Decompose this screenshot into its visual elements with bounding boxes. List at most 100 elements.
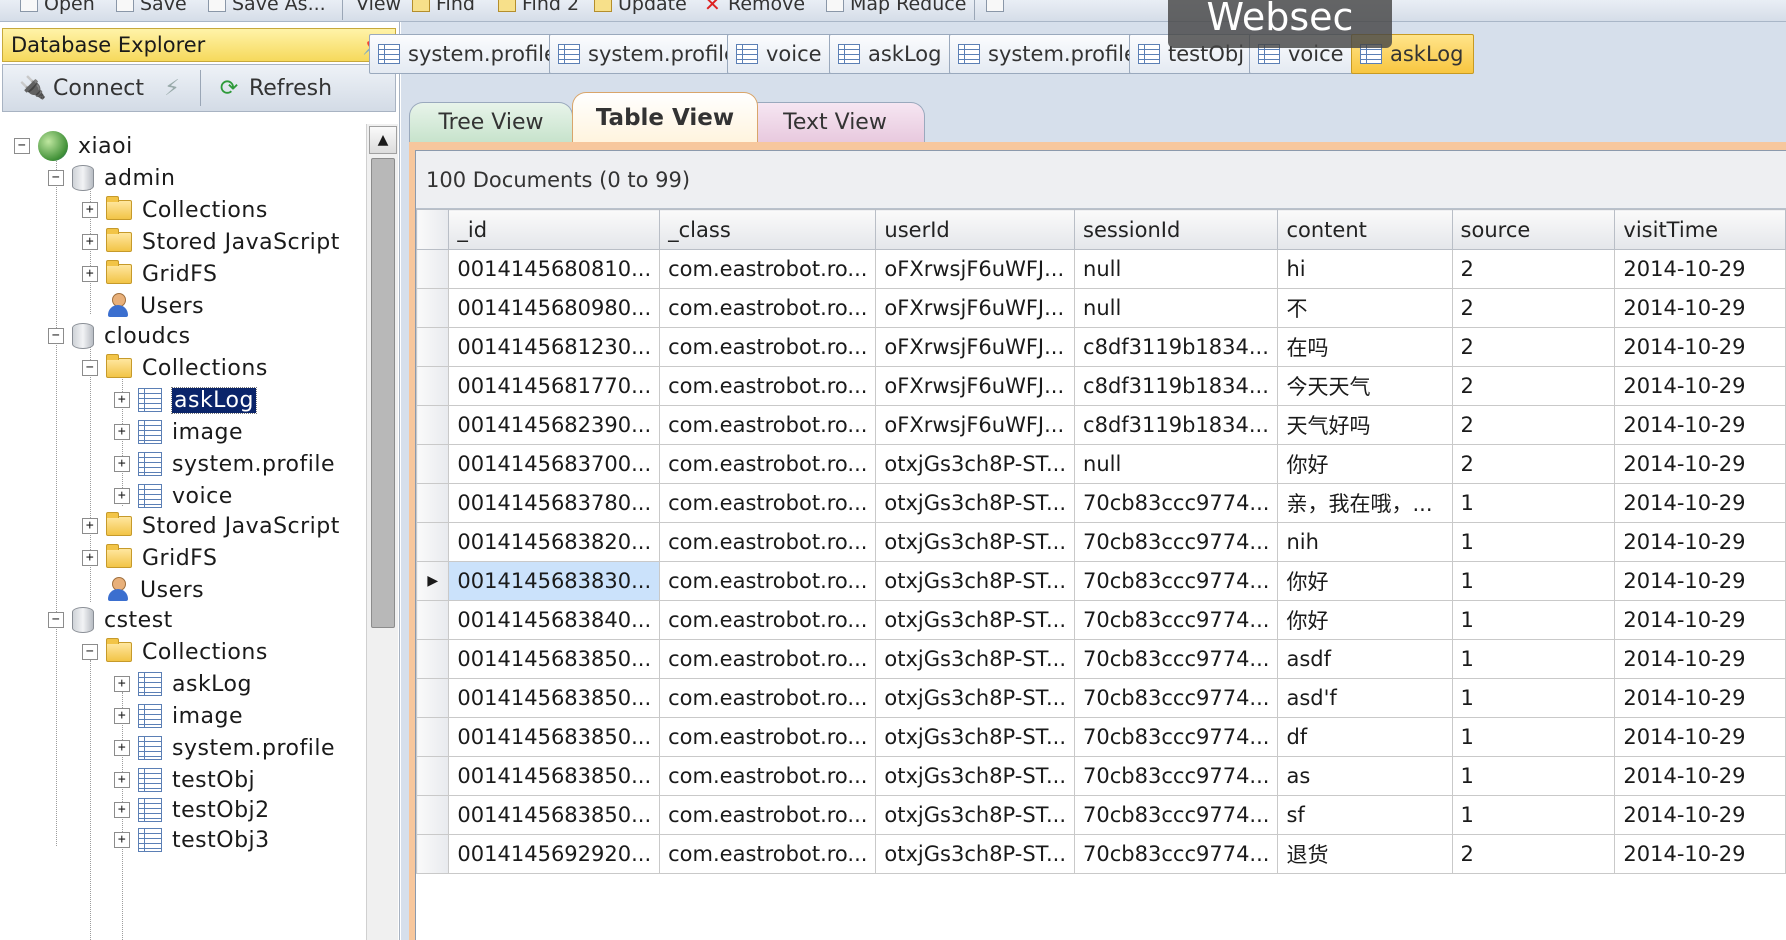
expand-icon[interactable]: +	[114, 424, 130, 440]
table-cell-source[interactable]: 2	[1451, 288, 1616, 328]
expand-icon[interactable]: +	[82, 550, 98, 566]
row-header[interactable]	[416, 366, 450, 406]
row-header[interactable]	[416, 327, 450, 367]
table-cell-visitTime[interactable]: 2014-10-29	[1614, 249, 1786, 289]
table-cell-visitTime[interactable]: 2014-10-29	[1614, 678, 1786, 718]
table-cell-id[interactable]: 0014145683850...	[448, 678, 661, 718]
table-cell-content[interactable]: hi	[1277, 249, 1453, 289]
doc-tab-asklog[interactable]: askLog	[829, 34, 953, 74]
table-cell-id[interactable]: 0014145683700...	[448, 444, 661, 484]
collapse-icon[interactable]: −	[48, 328, 64, 344]
table-cell-sessionId[interactable]: c8df3119b1834...	[1074, 366, 1279, 406]
table-cell-sessionId[interactable]: 70cb83ccc9774...	[1074, 756, 1279, 796]
table-row[interactable]: 0014145680810... com.eastrobot.ro... oFXrw…	[416, 249, 1786, 289]
tree-node-stored-javascript[interactable]: + Stored JavaScript	[82, 226, 340, 258]
table-cell-userId[interactable]: otxjGs3ch8P-ST...	[875, 483, 1076, 523]
table-cell-id[interactable]: 0014145683850...	[448, 639, 661, 679]
table-cell-id[interactable]: 0014145683850...	[448, 756, 661, 796]
table-cell-userId[interactable]: oFXrwsjF6uWFJ...	[875, 249, 1076, 289]
tree-node-collection-asklog[interactable]: + askLog	[114, 384, 257, 416]
table-cell-class[interactable]: com.eastrobot.ro...	[659, 288, 877, 328]
table-cell-userId[interactable]: otxjGs3ch8P-ST...	[875, 639, 1076, 679]
table-cell-content[interactable]: nih	[1277, 522, 1453, 562]
table-cell-sessionId[interactable]: 70cb83ccc9774...	[1074, 561, 1279, 601]
table-cell-source[interactable]: 1	[1451, 600, 1616, 640]
map-reduce-button[interactable]: Map Reduce	[826, 0, 966, 15]
tree-node-collection-asklog[interactable]: + askLog	[114, 668, 252, 700]
expand-icon[interactable]: +	[82, 266, 98, 282]
tab-text-view[interactable]: Text View	[745, 102, 925, 142]
doc-tab-system-profile[interactable]: system.profile	[949, 34, 1148, 74]
table-cell-source[interactable]: 2	[1451, 444, 1616, 484]
table-cell-sessionId[interactable]: 70cb83ccc9774...	[1074, 834, 1279, 874]
table-cell-class[interactable]: com.eastrobot.ro...	[659, 483, 877, 523]
table-cell-userId[interactable]: otxjGs3ch8P-ST...	[875, 561, 1076, 601]
column-header[interactable]: visitTime	[1614, 209, 1786, 250]
table-cell-visitTime[interactable]: 2014-10-29	[1614, 327, 1786, 367]
table-cell-source[interactable]: 2	[1451, 249, 1616, 289]
column-header[interactable]: _class	[659, 209, 877, 250]
collapse-icon[interactable]: −	[82, 644, 98, 660]
table-cell-sessionId[interactable]: 70cb83ccc9774...	[1074, 678, 1279, 718]
table-cell-visitTime[interactable]: 2014-10-29	[1614, 639, 1786, 679]
table-row[interactable]: 0014145683850... com.eastrobot.ro... otxjG…	[416, 795, 1786, 835]
table-cell-source[interactable]: 1	[1451, 678, 1616, 718]
table-cell-visitTime[interactable]: 2014-10-29	[1614, 483, 1786, 523]
expand-icon[interactable]: +	[114, 832, 130, 848]
tree-node-collection-system-profile[interactable]: + system.profile	[114, 448, 335, 480]
table-cell-class[interactable]: com.eastrobot.ro...	[659, 249, 877, 289]
table-cell-visitTime[interactable]: 2014-10-29	[1614, 522, 1786, 562]
doc-tab-system-profile[interactable]: system.profile	[369, 34, 568, 74]
expand-icon[interactable]: +	[82, 518, 98, 534]
table-cell-content[interactable]: df	[1277, 717, 1453, 757]
table-cell-sessionId[interactable]: null	[1074, 249, 1279, 289]
table-cell-class[interactable]: com.eastrobot.ro...	[659, 561, 877, 601]
expand-icon[interactable]: +	[82, 234, 98, 250]
table-cell-class[interactable]: com.eastrobot.ro...	[659, 444, 877, 484]
table-cell-id[interactable]: 0014145683830...	[448, 561, 661, 601]
table-cell-sessionId[interactable]: 70cb83ccc9774...	[1074, 795, 1279, 835]
table-cell-sessionId[interactable]: null	[1074, 444, 1279, 484]
doc-tab-voice[interactable]: voice	[727, 34, 833, 74]
collapse-icon[interactable]: −	[48, 612, 64, 628]
tree-node-gridfs[interactable]: + GridFS	[82, 258, 217, 290]
tree-node-db-cloudcs[interactable]: − cloudcs	[48, 320, 191, 352]
table-row[interactable]: 0014145681770... com.eastrobot.ro... oFXrw…	[416, 366, 1786, 406]
table-cell-class[interactable]: com.eastrobot.ro...	[659, 522, 877, 562]
tree-node-collection-system-profile[interactable]: + system.profile	[114, 732, 335, 764]
column-header[interactable]: source	[1451, 209, 1616, 250]
table-cell-content[interactable]: sf	[1277, 795, 1453, 835]
table-cell-id[interactable]: 0014145683820...	[448, 522, 661, 562]
row-header[interactable]	[416, 717, 450, 757]
table-cell-class[interactable]: com.eastrobot.ro...	[659, 834, 877, 874]
table-cell-id[interactable]: 0014145681230...	[448, 327, 661, 367]
table-cell-userId[interactable]: oFXrwsjF6uWFJ...	[875, 327, 1076, 367]
table-row[interactable]: 0014145683850... com.eastrobot.ro... otxjG…	[416, 678, 1786, 718]
scroll-up-icon[interactable]: ▲	[369, 126, 397, 154]
table-cell-sessionId[interactable]: 70cb83ccc9774...	[1074, 522, 1279, 562]
table-cell-userId[interactable]: otxjGs3ch8P-ST...	[875, 795, 1076, 835]
table-cell-userId[interactable]: otxjGs3ch8P-ST...	[875, 444, 1076, 484]
expand-icon[interactable]: +	[114, 488, 130, 504]
save-button[interactable]: Save	[116, 0, 187, 15]
table-cell-visitTime[interactable]: 2014-10-29	[1614, 288, 1786, 328]
row-header[interactable]	[416, 522, 450, 562]
table-cell-source[interactable]: 1	[1451, 483, 1616, 523]
table-cell-visitTime[interactable]: 2014-10-29	[1614, 405, 1786, 445]
tree-node-gridfs[interactable]: + GridFS	[82, 542, 217, 574]
connect-button[interactable]: 🔌 Connect	[19, 74, 144, 102]
table-row[interactable]: 0014145683820... com.eastrobot.ro... otxjG…	[416, 522, 1786, 562]
table-cell-visitTime[interactable]: 2014-10-29	[1614, 600, 1786, 640]
row-header[interactable]	[416, 288, 450, 328]
expand-icon[interactable]: +	[114, 740, 130, 756]
tree-node-collection-image[interactable]: + image	[114, 416, 243, 448]
save-as-button[interactable]: Save As...	[208, 0, 326, 15]
table-cell-id[interactable]: 0014145692920...	[448, 834, 661, 874]
table-cell-sessionId[interactable]: c8df3119b1834...	[1074, 327, 1279, 367]
expand-icon[interactable]: +	[114, 456, 130, 472]
table-cell-id[interactable]: 0014145681770...	[448, 366, 661, 406]
table-row[interactable]: 0014145683840... com.eastrobot.ro... otxjG…	[416, 600, 1786, 640]
table-cell-content[interactable]: asd'f	[1277, 678, 1453, 718]
table-cell-content[interactable]: as	[1277, 756, 1453, 796]
tab-tree-view[interactable]: Tree View	[409, 102, 573, 142]
